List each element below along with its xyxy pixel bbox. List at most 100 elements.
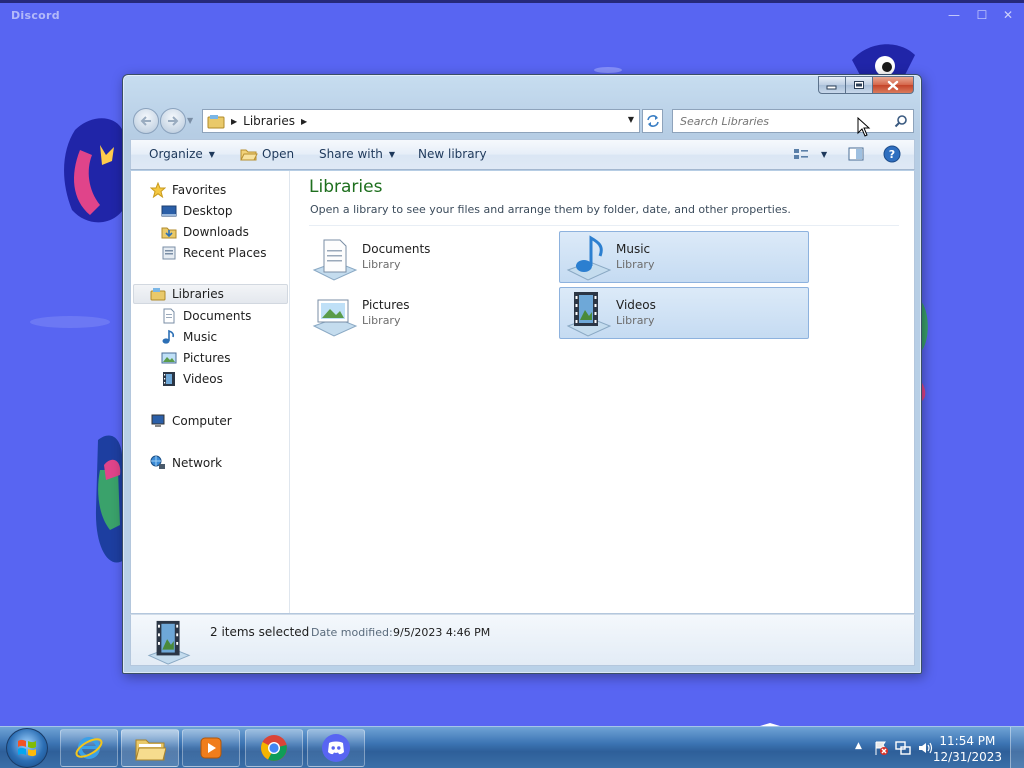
- action-center-flag-icon[interactable]: [873, 740, 889, 756]
- internet-explorer-icon: [75, 737, 103, 759]
- discord-minimize-icon[interactable]: —: [944, 6, 964, 24]
- share-with-button[interactable]: Share with ▼: [319, 147, 395, 161]
- computer-icon: [151, 414, 165, 427]
- organize-button[interactable]: Organize ▼: [149, 147, 215, 161]
- windows-explorer-folder-icon: [135, 739, 166, 761]
- new-library-label: New library: [418, 147, 487, 161]
- date-modified-label: Date modified:: [311, 626, 393, 639]
- library-tile-videos[interactable]: Videos Library: [559, 287, 809, 339]
- discord-title: Discord: [11, 9, 60, 22]
- pictures-library-icon: [312, 299, 358, 337]
- library-name: Videos: [616, 298, 656, 312]
- system-clock[interactable]: 11:54 PM 12/31/2023: [933, 733, 1002, 765]
- recent-pages-chevron-icon[interactable]: ▼: [187, 116, 193, 125]
- library-name: Documents: [362, 242, 431, 256]
- documents-icon: [163, 308, 175, 324]
- nav-downloads[interactable]: Downloads: [161, 222, 249, 242]
- help-icon: ?: [883, 145, 901, 163]
- caption-buttons: [818, 76, 914, 96]
- volume-icon[interactable]: [917, 740, 933, 756]
- taskbar-windows-explorer[interactable]: [121, 729, 179, 767]
- downloads-folder-icon: [161, 227, 177, 239]
- network-icon: [150, 455, 165, 469]
- minimize-button[interactable]: [818, 76, 846, 94]
- svg-text:?: ?: [889, 148, 895, 161]
- taskbar-internet-explorer[interactable]: [60, 729, 118, 767]
- chevron-down-icon[interactable]: ▼: [821, 150, 827, 159]
- date-modified-value: 9/5/2023 4:46 PM: [393, 626, 491, 639]
- nav-pictures[interactable]: Pictures: [161, 348, 231, 368]
- nav-pictures-label: Pictures: [183, 351, 231, 365]
- chevron-down-icon: ▼: [388, 149, 396, 159]
- new-library-button[interactable]: New library: [418, 147, 487, 161]
- nav-network-label: Network: [172, 456, 223, 470]
- library-tile-documents[interactable]: Documents Library: [305, 231, 555, 283]
- nav-network[interactable]: Network: [150, 453, 222, 473]
- navigation-pane: Favorites Desktop Downloads Recent Place…: [131, 171, 290, 613]
- taskbar-media-player[interactable]: [182, 729, 240, 767]
- system-tray: ▲ 11:54 PM 12/31/2023: [839, 727, 1024, 768]
- nav-desktop-label: Desktop: [183, 204, 233, 218]
- nav-downloads-label: Downloads: [183, 225, 249, 239]
- nav-documents-label: Documents: [183, 309, 252, 323]
- nav-music[interactable]: Music: [161, 327, 217, 347]
- restore-icon: [854, 81, 864, 89]
- network-status-icon[interactable]: [895, 740, 911, 756]
- nav-libraries[interactable]: Libraries: [133, 284, 288, 304]
- search-icon[interactable]: [894, 114, 908, 128]
- nav-computer-label: Computer: [172, 414, 232, 428]
- nav-desktop[interactable]: Desktop: [161, 201, 233, 221]
- recent-places-icon: [162, 246, 176, 260]
- open-label: Open: [262, 147, 295, 161]
- nav-computer[interactable]: Computer: [150, 411, 232, 431]
- view-options-icon: [794, 149, 808, 159]
- content-area: Favorites Desktop Downloads Recent Place…: [130, 171, 915, 614]
- music-note-icon: [162, 329, 175, 344]
- library-tile-pictures[interactable]: Pictures Library: [305, 287, 555, 339]
- libraries-icon: [150, 288, 166, 301]
- breadcrumb-chevron-icon: ▶: [231, 116, 238, 126]
- library-type: Library: [362, 258, 401, 271]
- show-desktop-button[interactable]: [1010, 727, 1024, 768]
- start-button[interactable]: [6, 728, 48, 768]
- library-tile-music[interactable]: Music Library: [559, 231, 809, 283]
- divider: [309, 225, 899, 226]
- back-button[interactable]: [133, 108, 159, 134]
- chrome-icon: [261, 735, 287, 761]
- nav-favorites[interactable]: Favorites: [150, 180, 226, 200]
- taskbar-chrome[interactable]: [245, 729, 303, 767]
- explorer-window: ▼ ▶ Libraries ▶ ▼ Organize ▼ Open Share …: [122, 74, 922, 674]
- restore-button[interactable]: [845, 76, 873, 94]
- forward-button[interactable]: [160, 108, 186, 134]
- open-button[interactable]: Open: [240, 147, 294, 161]
- nav-videos-label: Videos: [183, 372, 223, 386]
- discord-maximize-icon[interactable]: ☐: [972, 6, 992, 24]
- nav-videos[interactable]: Videos: [161, 369, 223, 389]
- search-box[interactable]: [672, 109, 914, 133]
- mouse-cursor-icon: [857, 117, 871, 137]
- documents-library-icon: [312, 239, 358, 281]
- change-view-button[interactable]: ▼: [793, 147, 827, 161]
- taskbar-discord[interactable]: [307, 729, 365, 767]
- show-hidden-icons-button[interactable]: ▲: [855, 741, 862, 751]
- nav-documents[interactable]: Documents: [161, 306, 251, 326]
- breadcrumb-libraries[interactable]: Libraries: [243, 114, 295, 128]
- media-player-icon: [200, 737, 222, 759]
- discord-title-bar: Discord — ☐ ✕: [0, 0, 1024, 30]
- address-dropdown-icon[interactable]: ▼: [628, 115, 634, 124]
- nav-recent-places[interactable]: Recent Places: [161, 243, 266, 263]
- close-button[interactable]: [872, 76, 914, 94]
- search-input[interactable]: [673, 110, 883, 132]
- windows-logo-icon: [18, 739, 36, 757]
- preview-pane-icon: [848, 147, 864, 161]
- refresh-button[interactable]: [642, 109, 663, 133]
- discord-close-icon[interactable]: ✕: [998, 6, 1018, 24]
- help-button[interactable]: ?: [883, 145, 901, 163]
- libraries-folder-icon: [207, 115, 225, 129]
- breadcrumb-chevron-icon[interactable]: ▶: [301, 117, 307, 126]
- preview-pane-button[interactable]: [848, 146, 864, 162]
- address-bar[interactable]: ▶ Libraries ▶ ▼: [202, 109, 640, 133]
- nav-libraries-label: Libraries: [172, 287, 224, 301]
- nav-favorites-label: Favorites: [172, 183, 227, 197]
- details-pane: 2 items selected Date modified: 9/5/2023…: [130, 614, 915, 666]
